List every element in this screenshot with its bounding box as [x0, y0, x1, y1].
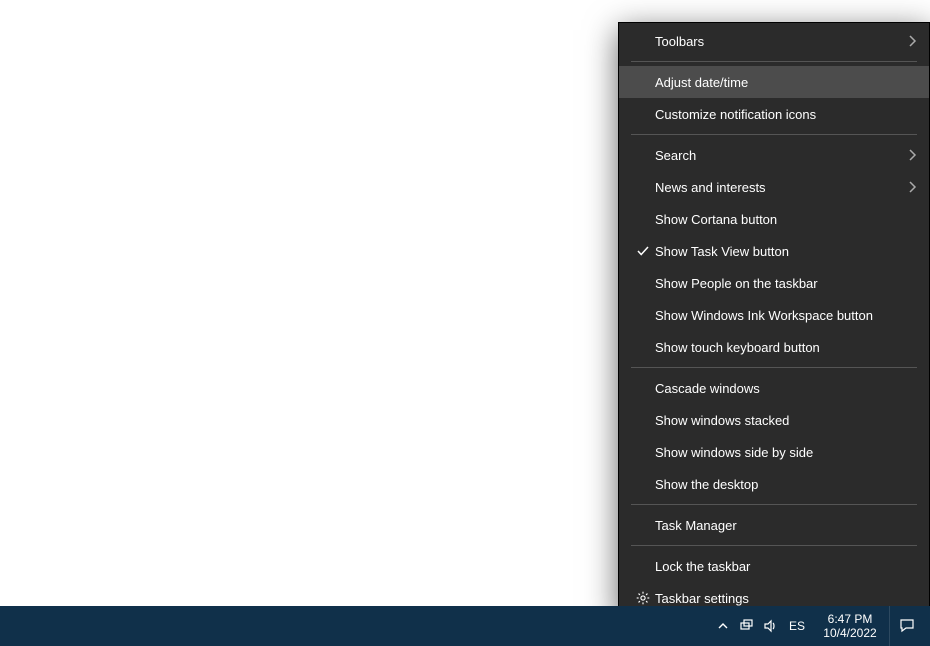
tray-overflow-icon[interactable] — [711, 606, 735, 646]
menu-item-adjust-datetime[interactable]: Adjust date/time — [619, 66, 929, 98]
menu-item-label: Adjust date/time — [655, 75, 917, 90]
menu-item-show-desktop[interactable]: Show the desktop — [619, 468, 929, 500]
menu-separator — [631, 545, 917, 546]
taskbar[interactable]: ES 6:47 PM 10/4/2022 — [0, 606, 930, 646]
menu-item-task-manager[interactable]: Task Manager — [619, 509, 929, 541]
menu-item-search[interactable]: Search — [619, 139, 929, 171]
volume-icon[interactable] — [759, 606, 783, 646]
chevron-right-icon — [909, 149, 917, 161]
menu-item-label: Show touch keyboard button — [655, 340, 917, 355]
menu-item-stacked[interactable]: Show windows stacked — [619, 404, 929, 436]
system-tray: ES 6:47 PM 10/4/2022 — [711, 606, 930, 646]
menu-item-show-task-view[interactable]: Show Task View button — [619, 235, 929, 267]
menu-item-lock-taskbar[interactable]: Lock the taskbar — [619, 550, 929, 582]
menu-separator — [631, 367, 917, 368]
menu-item-label: News and interests — [655, 180, 909, 195]
chevron-right-icon — [909, 181, 917, 193]
menu-item-news-interests[interactable]: News and interests — [619, 171, 929, 203]
menu-item-customize-icons[interactable]: Customize notification icons — [619, 98, 929, 130]
menu-item-label: Show Cortana button — [655, 212, 917, 227]
gear-icon — [631, 591, 655, 605]
taskbar-clock[interactable]: 6:47 PM 10/4/2022 — [811, 612, 889, 640]
menu-item-label: Show windows stacked — [655, 413, 917, 428]
menu-item-label: Taskbar settings — [655, 591, 917, 606]
menu-item-label: Show the desktop — [655, 477, 917, 492]
action-center-icon[interactable] — [889, 606, 924, 646]
menu-item-label: Cascade windows — [655, 381, 917, 396]
network-icon[interactable] — [735, 606, 759, 646]
menu-item-label: Show windows side by side — [655, 445, 917, 460]
checkmark-icon — [631, 244, 655, 258]
menu-item-label: Show People on the taskbar — [655, 276, 917, 291]
menu-separator — [631, 134, 917, 135]
clock-time: 6:47 PM — [828, 612, 873, 626]
language-indicator[interactable]: ES — [783, 619, 811, 633]
menu-item-show-cortana[interactable]: Show Cortana button — [619, 203, 929, 235]
menu-item-label: Task Manager — [655, 518, 917, 533]
menu-separator — [631, 504, 917, 505]
menu-item-label: Toolbars — [655, 34, 909, 49]
taskbar-context-menu: Toolbars Adjust date/time Customize noti… — [618, 22, 930, 617]
clock-date: 10/4/2022 — [823, 626, 876, 640]
menu-item-cascade[interactable]: Cascade windows — [619, 372, 929, 404]
menu-item-label: Show Task View button — [655, 244, 917, 259]
menu-item-label: Customize notification icons — [655, 107, 917, 122]
menu-item-toolbars[interactable]: Toolbars — [619, 25, 929, 57]
menu-item-label: Show Windows Ink Workspace button — [655, 308, 917, 323]
menu-item-show-people[interactable]: Show People on the taskbar — [619, 267, 929, 299]
menu-item-label: Search — [655, 148, 909, 163]
menu-item-label: Lock the taskbar — [655, 559, 917, 574]
menu-item-side-by-side[interactable]: Show windows side by side — [619, 436, 929, 468]
menu-item-show-ink[interactable]: Show Windows Ink Workspace button — [619, 299, 929, 331]
menu-separator — [631, 61, 917, 62]
chevron-right-icon — [909, 35, 917, 47]
menu-item-show-touch-keyboard[interactable]: Show touch keyboard button — [619, 331, 929, 363]
